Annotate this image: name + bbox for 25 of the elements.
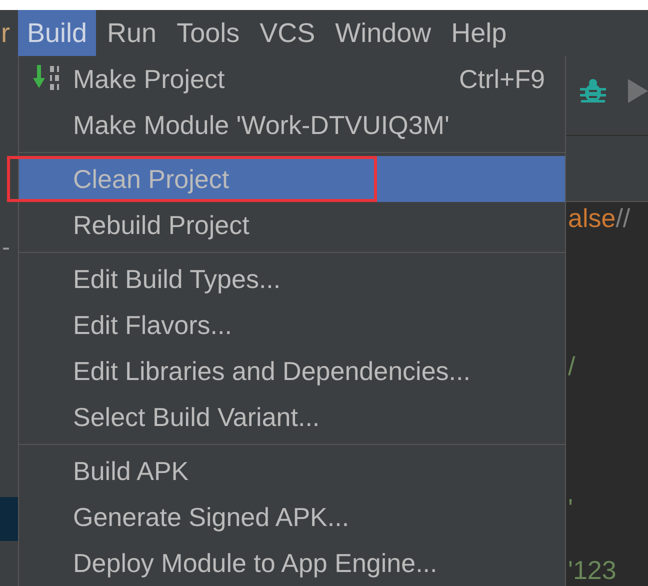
code-fragment: '123 bbox=[568, 554, 618, 586]
menu-item[interactable]: Select Build Variant... bbox=[19, 394, 565, 440]
menu-bar-item[interactable]: Help bbox=[442, 10, 516, 56]
selected-row-highlight bbox=[0, 497, 18, 541]
menu-bar-item[interactable]: VCS bbox=[250, 10, 324, 56]
code-fragment: alse// bbox=[568, 202, 632, 234]
menu-item[interactable]: Rebuild Project bbox=[19, 202, 565, 248]
menu-item[interactable]: Generate Signed APK... bbox=[19, 494, 565, 540]
menu-bar-item[interactable]: r bbox=[0, 10, 10, 56]
code-fragment: / bbox=[568, 350, 576, 382]
panel-text: - bbox=[2, 234, 10, 262]
menu-bar-item[interactable]: Build bbox=[18, 10, 96, 56]
shortcut-text: Ctrl+F9 bbox=[459, 64, 545, 94]
menu-item[interactable]: Edit Flavors... bbox=[19, 302, 565, 348]
code-fragment: ' bbox=[568, 492, 574, 524]
menu-item[interactable]: Deploy Module to App Engine... bbox=[19, 540, 565, 586]
menu-item[interactable]: Make Module 'Work-DTVUIQ3M' bbox=[19, 102, 565, 148]
menu-item[interactable]: Make Project Ctrl+F9 bbox=[19, 56, 565, 102]
menu-item[interactable]: Edit Build Types... bbox=[19, 256, 565, 302]
triangle-icon[interactable] bbox=[626, 76, 648, 106]
menu-bar-item[interactable]: Tools bbox=[168, 10, 249, 56]
menu-bar-item[interactable]: Run bbox=[98, 10, 166, 56]
menu-item[interactable]: Edit Libraries and Dependencies... bbox=[19, 348, 565, 394]
menu-item[interactable]: Build APK bbox=[19, 448, 565, 494]
menu-bar-item[interactable]: Window bbox=[326, 10, 440, 56]
